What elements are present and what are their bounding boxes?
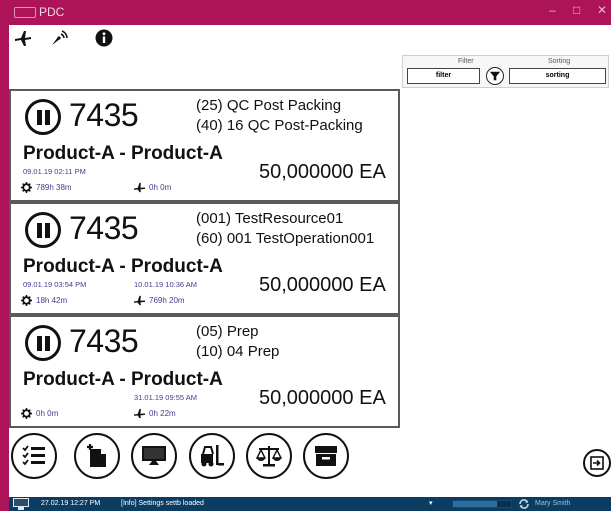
operation-line-2: (40) 16 QC Post-Packing <box>196 117 363 134</box>
pause-icon[interactable] <box>25 212 61 248</box>
end-date: 31.01.19 09:55 AM <box>134 393 197 402</box>
checklist-button[interactable] <box>11 433 57 479</box>
monitor-button[interactable] <box>131 433 177 479</box>
scale-button[interactable] <box>246 433 292 479</box>
filter-button[interactable] <box>486 67 504 85</box>
forklift-icon <box>201 445 224 467</box>
archive-button[interactable] <box>303 433 349 479</box>
quantity: 50,000000 EA <box>259 161 386 183</box>
operations: (05) Prep (10) 04 Prep <box>196 322 279 362</box>
order-number: 7435 <box>69 323 139 359</box>
order-number: 7435 <box>69 97 139 133</box>
filter-input[interactable]: filter <box>407 68 480 84</box>
monitor-icon <box>142 446 166 465</box>
funnel-icon <box>489 71 500 81</box>
plane-icon <box>134 295 145 306</box>
plane-icon <box>134 182 145 193</box>
scale-icon <box>256 446 282 467</box>
plane-icon[interactable] <box>13 28 33 48</box>
maximize-button[interactable]: □ <box>573 3 580 17</box>
order-card[interactable]: 7435 (001) TestResource01 (60) 001 TestO… <box>9 202 400 315</box>
title-bar: PDC – □ ✕ <box>9 0 611 25</box>
filter-sort-panel: Filter Sorting filter sorting <box>402 55 609 88</box>
logout-icon <box>590 456 604 470</box>
status-dropdown[interactable]: ▾ <box>429 499 433 507</box>
progress-bar <box>452 500 512 508</box>
signal-icon[interactable] <box>49 28 69 48</box>
operation-line-2: (60) 001 TestOperation001 <box>196 230 375 247</box>
quantity: 50,000000 EA <box>259 274 386 296</box>
add-document-button[interactable] <box>74 433 120 479</box>
plane-icon <box>134 408 145 419</box>
order-card[interactable]: 7435 (05) Prep (10) 04 Prep Product-A - … <box>9 315 400 428</box>
start-date: 09.01.19 03:54 PM <box>23 280 87 289</box>
operation-line-1: (25) QC Post Packing <box>196 97 342 114</box>
order-card[interactable]: 7435 (25) QC Post Packing (40) 16 QC Pos… <box>9 89 400 202</box>
setup-time: 0h 0m <box>36 409 59 418</box>
monitor-icon <box>13 498 29 510</box>
minimize-button[interactable]: – <box>549 3 556 17</box>
sorting-dropdown[interactable]: sorting <box>509 68 606 84</box>
start-date: 09.01.19 02:11 PM <box>23 167 86 176</box>
setup-time: 18h 42m <box>36 296 68 305</box>
status-bar: 27.02.19 12:27 PM [Info] Settings settb … <box>9 497 611 511</box>
filter-label: Filter <box>458 58 474 65</box>
operation-line-1: (05) Prep <box>196 323 259 340</box>
run-time: 0h 22m <box>149 409 176 418</box>
end-date: 10.01.19 10:36 AM <box>134 280 197 289</box>
status-message: [Info] Settings settb loaded <box>121 500 204 507</box>
sync-icon[interactable] <box>518 498 530 510</box>
gear-icon <box>21 295 32 306</box>
run-time: 769h 20m <box>149 296 185 305</box>
gear-icon <box>21 182 32 193</box>
order-number: 7435 <box>69 210 139 246</box>
info-icon[interactable] <box>94 28 114 48</box>
setup-time: 789h 38m <box>36 183 72 192</box>
product-name: Product-A - Product-A <box>23 256 223 277</box>
operation-line-1: (001) TestResource01 <box>196 210 344 227</box>
forklift-button[interactable] <box>189 433 235 479</box>
pause-icon[interactable] <box>25 325 61 361</box>
operation-line-2: (10) 04 Prep <box>196 343 280 360</box>
product-name: Product-A - Product-A <box>23 369 223 390</box>
archive-icon <box>315 446 337 466</box>
window-title: PDC <box>39 5 65 19</box>
logout-button[interactable] <box>583 449 611 477</box>
operations: (001) TestResource01 (60) 001 TestOperat… <box>196 209 374 249</box>
run-time: 0h 0m <box>149 183 172 192</box>
document-add-icon <box>87 444 106 467</box>
sorting-label: Sorting <box>548 58 571 65</box>
product-name: Product-A - Product-A <box>23 143 223 164</box>
app-logo <box>14 7 36 18</box>
app-window: PDC – □ ✕ Filter Sorting filter sorting … <box>9 0 611 511</box>
user-name: Mary Smith <box>535 500 571 507</box>
status-timestamp: 27.02.19 12:27 PM <box>41 500 101 507</box>
gear-icon <box>21 408 32 419</box>
progress-fill <box>453 501 497 507</box>
close-button[interactable]: ✕ <box>597 3 607 17</box>
checklist-icon <box>22 445 45 466</box>
quantity: 50,000000 EA <box>259 387 386 409</box>
pause-icon[interactable] <box>25 99 61 135</box>
operations: (25) QC Post Packing (40) 16 QC Post-Pac… <box>196 96 363 136</box>
